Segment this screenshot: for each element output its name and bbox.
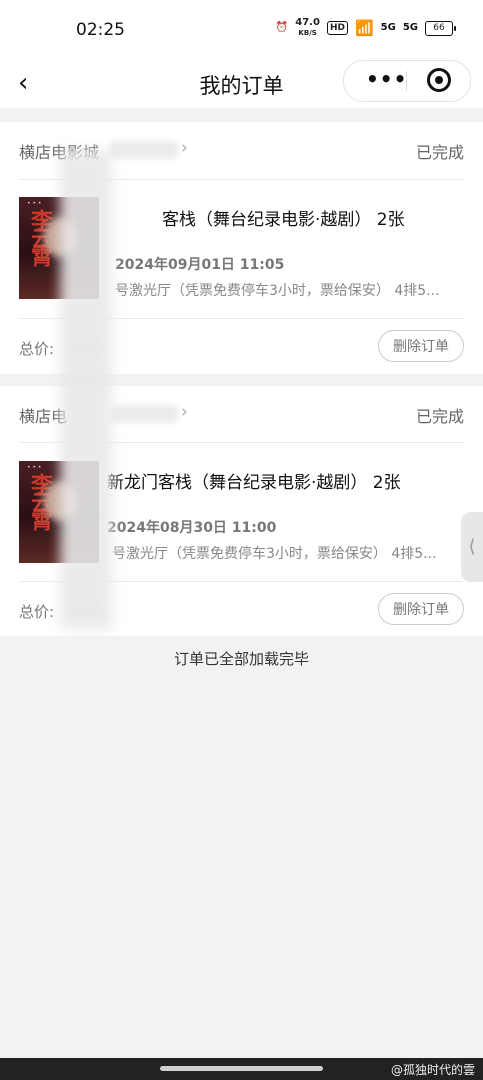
- speed-value: 47.0: [295, 17, 320, 28]
- cinema-name-redacted: [109, 405, 179, 423]
- hd-badge: HD: [326, 21, 348, 35]
- chevron-right-icon[interactable]: ›: [181, 402, 188, 422]
- signal-5g-1: 5G: [380, 22, 396, 33]
- status-icons: ⏰ 47.0 KB/S HD 📶 5G 5G 66: [275, 18, 456, 38]
- poster-caption: • • •: [27, 200, 42, 207]
- order-status: 已完成: [415, 407, 464, 426]
- delete-order-button[interactable]: 删除订单: [378, 593, 464, 625]
- order-status: 已完成: [415, 143, 464, 162]
- speed-unit: KB/S: [298, 29, 317, 37]
- capsule-divider: [406, 71, 407, 91]
- privacy-blur-strip: [60, 150, 112, 630]
- show-time: 2024年09月01日 11:05: [115, 257, 285, 273]
- chevron-right-icon[interactable]: ›: [181, 138, 188, 158]
- wifi-icon: 📶: [354, 19, 374, 37]
- all-loaded-text: 订单已全部加载完毕: [173, 650, 309, 668]
- network-speed: 47.0 KB/S: [295, 18, 320, 38]
- side-drawer-handle[interactable]: ⟨: [461, 512, 483, 582]
- watermark: @孤独时代的雲: [390, 1063, 475, 1077]
- hall-seat-info: 号激光厅（凭票免费停车3小时，票给保安） 4排5...: [112, 546, 437, 562]
- hall-seat-info: 号激光厅（凭票免费停车3小时，票给保安） 4排5...: [115, 283, 440, 299]
- total-price-label: 总价:: [19, 340, 55, 358]
- nav-bar: ‹ 我的订单 •••: [0, 60, 483, 108]
- cinema-name-redacted: [109, 141, 179, 159]
- status-bar: 02:25 ⏰ 47.0 KB/S HD 📶 5G 5G 66: [0, 0, 483, 62]
- delete-order-button[interactable]: 删除订单: [378, 330, 464, 362]
- poster-caption: • • •: [27, 464, 42, 471]
- show-time: 2024年08月30日 11:00: [107, 520, 277, 536]
- battery-indicator: 66: [425, 20, 456, 36]
- more-dots-icon[interactable]: •••: [366, 69, 407, 89]
- alarm-icon: ⏰: [275, 22, 289, 33]
- signal-5g-2: 5G: [402, 22, 418, 33]
- target-icon[interactable]: [427, 68, 451, 92]
- total-price-label: 总价:: [19, 603, 55, 621]
- gesture-bar: @孤独时代的雲: [0, 1058, 483, 1080]
- movie-title: 客栈（舞台纪录电影·越剧） 2张: [162, 210, 405, 230]
- status-time: 02:25: [76, 20, 125, 40]
- movie-title: 新龙门客栈（舞台纪录电影·越剧） 2张: [107, 473, 401, 493]
- mini-program-capsule: •••: [343, 60, 471, 102]
- home-indicator[interactable]: [160, 1066, 323, 1071]
